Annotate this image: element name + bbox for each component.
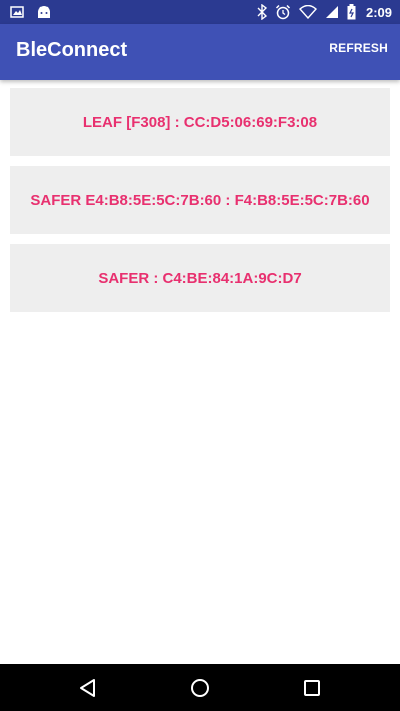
app-bar: BleConnect REFRESH [0, 24, 400, 80]
app-title: BleConnect [16, 39, 128, 61]
status-right-icons: 2:09 [257, 2, 392, 22]
home-icon[interactable] [188, 676, 212, 700]
refresh-button[interactable]: REFRESH [329, 41, 388, 55]
device-label: SAFER E4:B8:5E:5C:7B:60 : F4:B8:5E:5C:7B… [30, 191, 370, 209]
device-list: LEAF [F308] : CC:D5:06:69:F3:08 SAFER E4… [10, 88, 390, 322]
image-icon [10, 6, 24, 18]
device-label: LEAF [F308] : CC:D5:06:69:F3:08 [82, 113, 318, 131]
bluetooth-icon [257, 4, 267, 20]
device-list-item[interactable]: LEAF [F308] : CC:D5:06:69:F3:08 [10, 88, 390, 156]
device-list-item[interactable]: SAFER : C4:BE:84:1A:9C:D7 [10, 244, 390, 312]
navigation-bar [0, 664, 400, 711]
status-left-icons [10, 4, 52, 20]
back-icon[interactable] [76, 676, 100, 700]
recent-apps-icon[interactable] [300, 676, 324, 700]
device-label: SAFER : C4:BE:84:1A:9C:D7 [98, 269, 302, 287]
signal-icon [325, 6, 338, 18]
battery-icon [347, 4, 356, 20]
wifi-icon [298, 5, 317, 19]
android-icon [38, 6, 50, 18]
status-time: 2:09 [365, 4, 392, 20]
device-list-item[interactable]: SAFER E4:B8:5E:5C:7B:60 : F4:B8:5E:5C:7B… [10, 166, 390, 234]
alarm-icon [275, 4, 290, 20]
status-bar: 2:09 [0, 0, 400, 24]
